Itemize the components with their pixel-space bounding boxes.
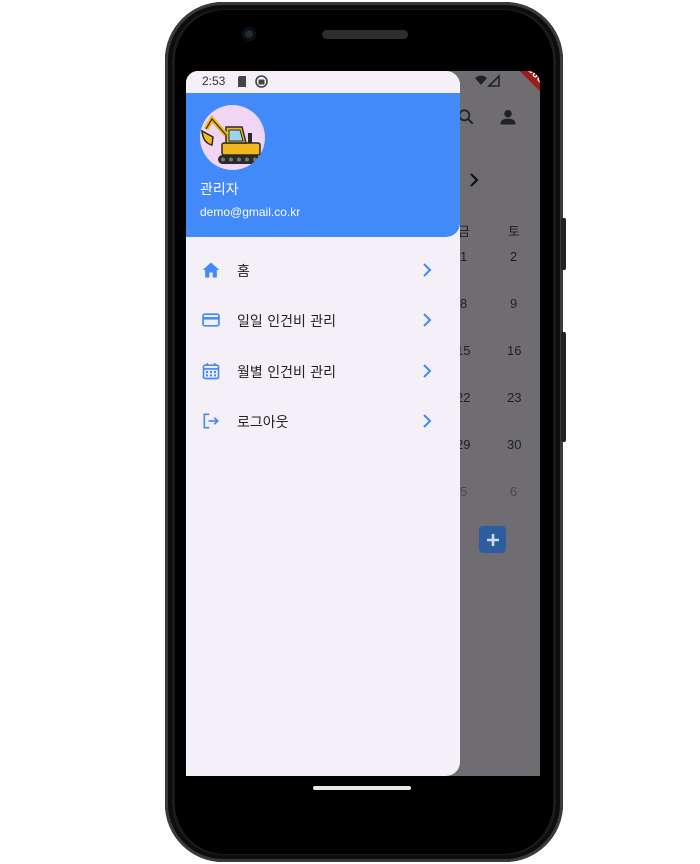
menu-item-logout[interactable]: 로그아웃 bbox=[186, 396, 460, 446]
menu-item-daily-labor-cost[interactable]: 일일 인건비 관리 bbox=[186, 295, 460, 345]
chevron-right-icon bbox=[423, 263, 432, 277]
earpiece-speaker bbox=[322, 30, 408, 39]
sim-card-icon bbox=[238, 76, 246, 87]
menu-item-monthly-labor-cost[interactable]: 월별 인건비 관리 bbox=[186, 346, 460, 396]
status-time: 2:53 bbox=[202, 74, 226, 88]
next-month-chevron-icon[interactable] bbox=[466, 172, 482, 188]
front-camera bbox=[242, 27, 256, 41]
home-icon bbox=[202, 262, 220, 278]
excavator-icon bbox=[201, 114, 261, 164]
menu-item-label: 월별 인건비 관리 bbox=[237, 365, 337, 381]
chevron-right-icon bbox=[423, 313, 432, 327]
menu-item-home[interactable]: 홈 bbox=[186, 245, 460, 295]
plus-icon bbox=[486, 533, 499, 546]
credit-card-icon bbox=[202, 313, 220, 327]
user-email: demo@gmail.co.kr bbox=[200, 205, 301, 219]
chevron-right-icon bbox=[423, 364, 432, 378]
app-screen: 금 토 1 2 8 9 15 16 22 23 29 30 5 6 DEBUG … bbox=[186, 71, 540, 776]
calendar-day[interactable]: 6 bbox=[510, 484, 517, 499]
navigation-drawer: 2:53 관리자 demo@gmail.co.kr 홈 일일 인건비 관리 월별… bbox=[186, 71, 460, 776]
calendar-day[interactable]: 2 bbox=[510, 249, 517, 264]
calendar-day[interactable]: 16 bbox=[507, 343, 521, 358]
calendar-day[interactable]: 9 bbox=[510, 296, 517, 311]
calendar-day[interactable]: 1 bbox=[460, 249, 467, 264]
logout-icon bbox=[203, 413, 219, 429]
weekday-sat: 토 bbox=[508, 224, 520, 239]
volume-button bbox=[561, 218, 566, 270]
add-button[interactable] bbox=[479, 526, 506, 553]
wifi-signal-icon bbox=[475, 74, 500, 87]
chevron-right-icon bbox=[423, 414, 432, 428]
gesture-home-bar[interactable] bbox=[313, 786, 411, 790]
calendar-day[interactable]: 23 bbox=[507, 390, 521, 405]
menu-item-label: 일일 인건비 관리 bbox=[237, 314, 337, 330]
avatar[interactable] bbox=[200, 105, 265, 170]
calendar-day[interactable]: 5 bbox=[460, 484, 467, 499]
drawer-header: 관리자 demo@gmail.co.kr bbox=[186, 93, 460, 237]
calendar-day[interactable]: 8 bbox=[460, 296, 467, 311]
menu-item-label: 로그아웃 bbox=[237, 415, 289, 431]
power-button bbox=[561, 332, 566, 442]
app-notification-icon bbox=[255, 75, 268, 88]
person-icon[interactable] bbox=[498, 107, 518, 127]
menu-item-label: 홈 bbox=[237, 264, 250, 280]
calendar-day[interactable]: 30 bbox=[507, 437, 521, 452]
calendar-icon bbox=[202, 363, 220, 380]
status-bar: 2:53 bbox=[186, 71, 460, 93]
user-name: 관리자 bbox=[200, 182, 239, 198]
